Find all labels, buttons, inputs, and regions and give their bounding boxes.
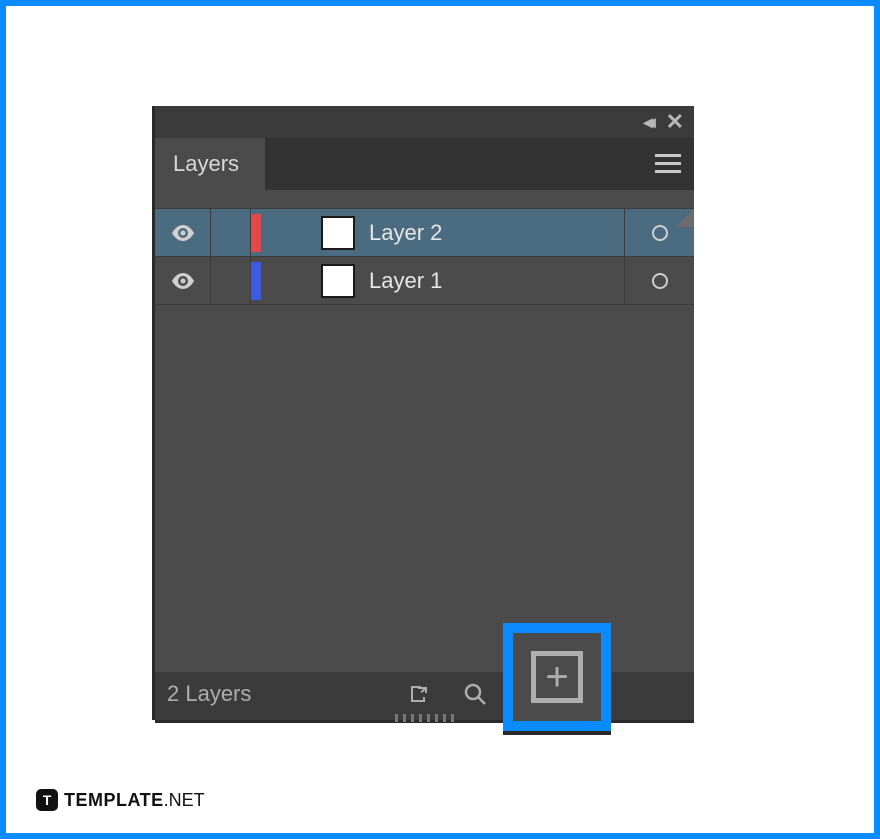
panel-resize-grip[interactable]: [395, 714, 455, 722]
visibility-toggle[interactable]: [155, 257, 211, 304]
new-layer-button[interactable]: +: [531, 651, 583, 703]
panel-top-strip: ◂◂ ✕: [155, 106, 694, 138]
export-button[interactable]: [405, 680, 433, 708]
watermark: T TEMPLATE.NET: [36, 789, 205, 811]
panel-menu-button[interactable]: [642, 138, 694, 190]
layer-row[interactable]: Layer 2: [155, 208, 694, 256]
export-icon: [407, 682, 431, 706]
close-panel-icon[interactable]: ✕: [666, 111, 684, 133]
collapse-panel-icon[interactable]: ◂◂: [643, 113, 649, 131]
tab-layers[interactable]: Layers: [155, 138, 265, 190]
watermark-domain: .NET: [164, 790, 205, 810]
layer-list: Layer 2 Layer 1: [155, 190, 694, 672]
layer-list-empty-area: [155, 304, 694, 672]
search-icon: [463, 682, 487, 706]
layer-thumbnail[interactable]: [321, 216, 355, 250]
watermark-brand: TEMPLATE: [64, 790, 164, 810]
tab-label: Layers: [173, 151, 239, 177]
panel-footer: 2 Layers L: [155, 672, 694, 716]
hamburger-icon: [655, 154, 681, 174]
eye-icon: [171, 225, 195, 241]
selection-corner-icon: [676, 209, 694, 227]
target-indicator[interactable]: [624, 257, 694, 304]
circle-icon: [652, 225, 668, 241]
layer-name[interactable]: Layer 1: [369, 268, 624, 294]
circle-icon: [652, 273, 668, 289]
lock-cell[interactable]: [211, 209, 251, 256]
layer-color-strip: [251, 262, 261, 300]
layers-panel: ◂◂ ✕ Layers: [155, 106, 694, 720]
layer-name[interactable]: Layer 2: [369, 220, 624, 246]
visibility-toggle[interactable]: [155, 209, 211, 256]
layer-thumbnail[interactable]: [321, 264, 355, 298]
eye-icon: [171, 273, 195, 289]
panel-tab-bar: Layers: [155, 138, 694, 190]
watermark-logo: T: [36, 789, 58, 811]
new-layer-highlight: +: [503, 623, 611, 731]
layer-color-strip: [251, 214, 261, 252]
search-button[interactable]: [461, 680, 489, 708]
plus-icon: +: [545, 657, 568, 697]
layer-row[interactable]: Layer 1: [155, 256, 694, 304]
layer-count-label: 2 Layers: [167, 681, 251, 707]
lock-cell[interactable]: [211, 257, 251, 304]
